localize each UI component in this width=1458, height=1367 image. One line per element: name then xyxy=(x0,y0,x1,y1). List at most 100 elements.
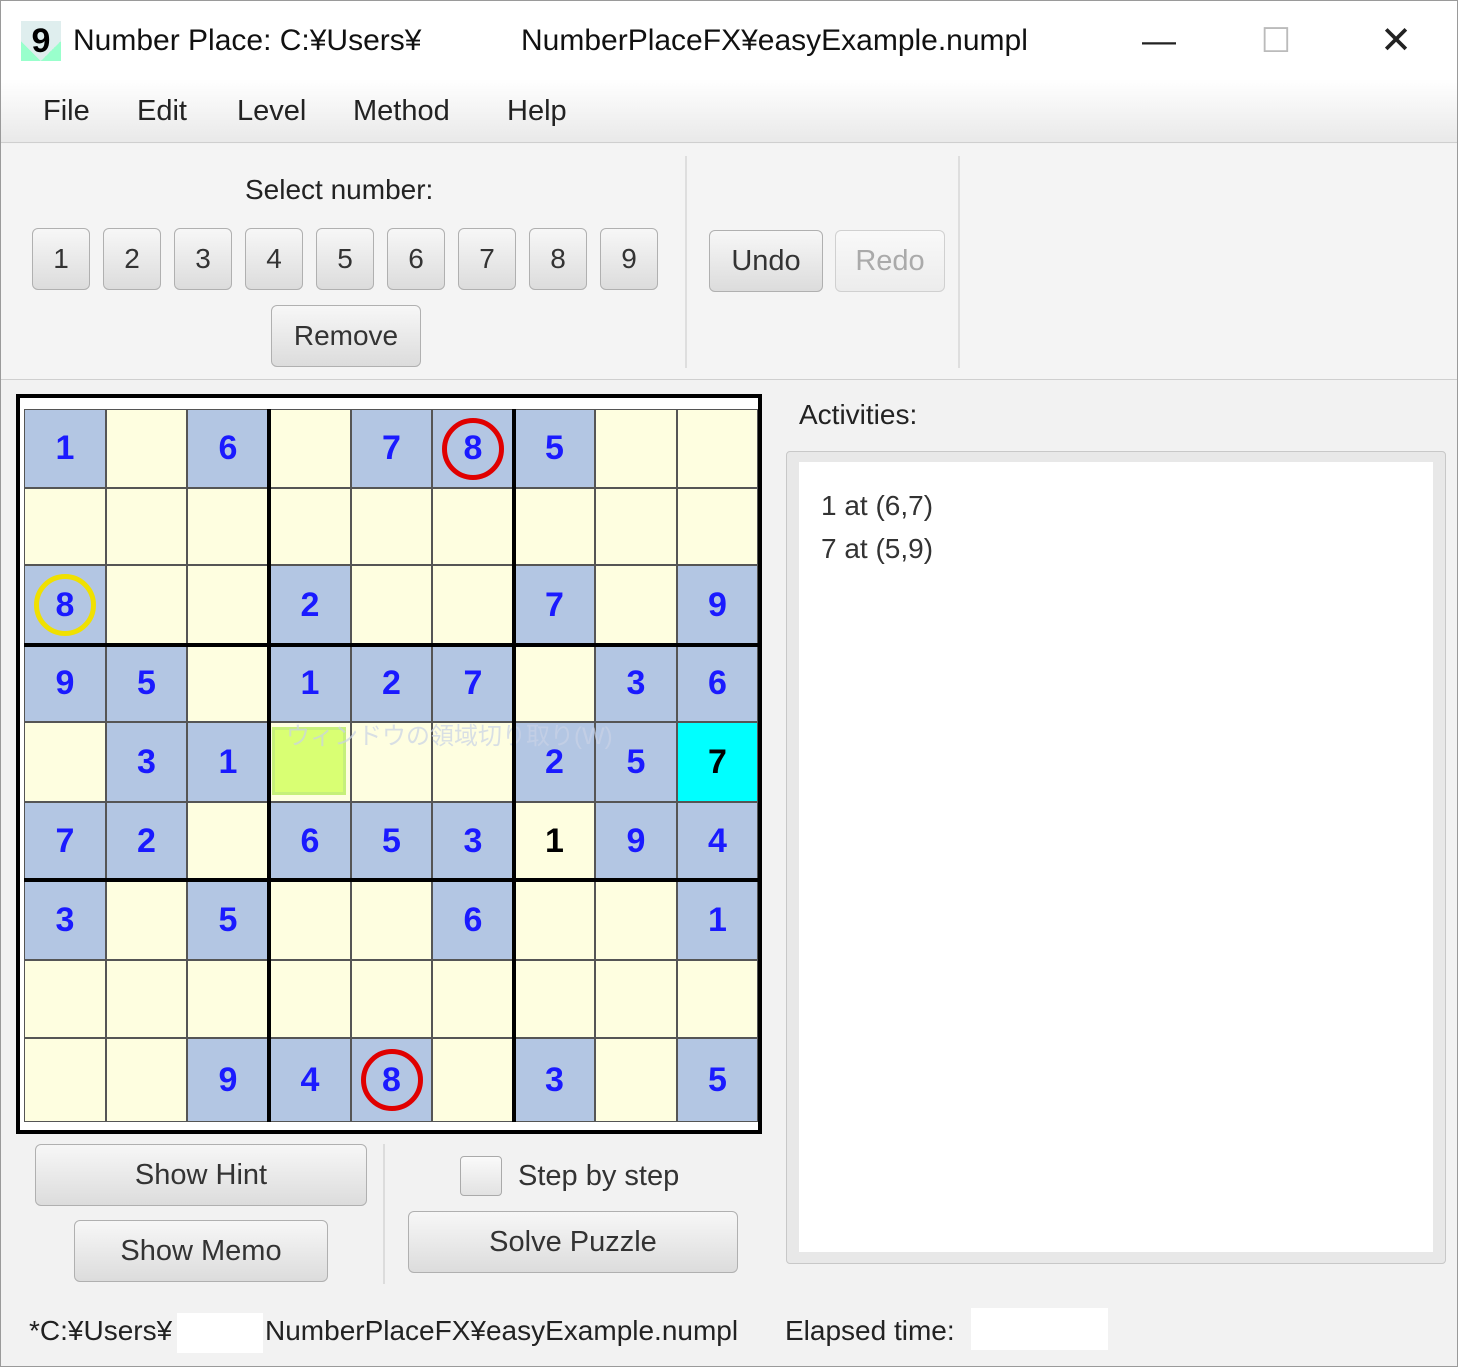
sudoku-cell-r8-c7[interactable] xyxy=(514,960,595,1038)
menu-help[interactable]: Help xyxy=(507,93,567,129)
sudoku-cell-r4-c8[interactable]: 3 xyxy=(595,645,677,722)
sudoku-cell-r2-c8[interactable] xyxy=(595,488,677,565)
activity-item[interactable]: 7 at (5,9) xyxy=(821,529,933,569)
sudoku-cell-r9-c7[interactable]: 3 xyxy=(514,1038,595,1122)
sudoku-cell-r6-c4[interactable]: 6 xyxy=(269,802,351,880)
menu-level[interactable]: Level xyxy=(237,93,306,129)
sudoku-cell-r3-c5[interactable] xyxy=(351,565,432,645)
sudoku-cell-r3-c9[interactable]: 9 xyxy=(677,565,758,645)
number-button-5[interactable]: 5 xyxy=(316,228,374,290)
sudoku-cell-r1-c2[interactable] xyxy=(106,409,187,488)
show-memo-button[interactable]: Show Memo xyxy=(74,1220,328,1282)
menu-edit[interactable]: Edit xyxy=(137,93,187,129)
sudoku-cell-r7-c1[interactable]: 3 xyxy=(24,880,106,960)
sudoku-cell-r9-c2[interactable] xyxy=(106,1038,187,1122)
sudoku-cell-r8-c2[interactable] xyxy=(106,960,187,1038)
sudoku-cell-r4-c1[interactable]: 9 xyxy=(24,645,106,722)
activity-item[interactable]: 1 at (6,7) xyxy=(821,486,933,526)
sudoku-cell-r9-c6[interactable] xyxy=(432,1038,514,1122)
sudoku-cell-r3-c4[interactable]: 2 xyxy=(269,565,351,645)
number-button-7[interactable]: 7 xyxy=(458,228,516,290)
sudoku-cell-r2-c6[interactable] xyxy=(432,488,514,565)
number-button-8[interactable]: 8 xyxy=(529,228,587,290)
sudoku-cell-r9-c3[interactable]: 9 xyxy=(187,1038,269,1122)
sudoku-cell-r6-c6[interactable]: 3 xyxy=(432,802,514,880)
sudoku-cell-r4-c3[interactable] xyxy=(187,645,269,722)
sudoku-cell-r7-c3[interactable]: 5 xyxy=(187,880,269,960)
sudoku-cell-r1-c9[interactable] xyxy=(677,409,758,488)
number-button-3[interactable]: 3 xyxy=(174,228,232,290)
sudoku-cell-r6-c1[interactable]: 7 xyxy=(24,802,106,880)
sudoku-cell-r2-c5[interactable] xyxy=(351,488,432,565)
sudoku-cell-r2-c4[interactable] xyxy=(269,488,351,565)
sudoku-cell-r4-c5[interactable]: 2 xyxy=(351,645,432,722)
sudoku-cell-r7-c9[interactable]: 1 xyxy=(677,880,758,960)
sudoku-cell-r2-c7[interactable] xyxy=(514,488,595,565)
sudoku-cell-r9-c1[interactable] xyxy=(24,1038,106,1122)
sudoku-cell-r3-c7[interactable]: 7 xyxy=(514,565,595,645)
number-button-2[interactable]: 2 xyxy=(103,228,161,290)
sudoku-cell-r2-c2[interactable] xyxy=(106,488,187,565)
sudoku-cell-r8-c1[interactable] xyxy=(24,960,106,1038)
sudoku-cell-r7-c2[interactable] xyxy=(106,880,187,960)
title-bar[interactable]: 9 Number Place: C:¥Users¥ NumberPlaceFX¥… xyxy=(1,1,1457,79)
sudoku-cell-r3-c3[interactable] xyxy=(187,565,269,645)
sudoku-cell-r5-c1[interactable] xyxy=(24,722,106,802)
sudoku-cell-r6-c8[interactable]: 9 xyxy=(595,802,677,880)
minimize-button[interactable]: — xyxy=(1129,13,1189,69)
redo-button[interactable]: Redo xyxy=(835,230,945,292)
sudoku-cell-r4-c6[interactable]: 7 xyxy=(432,645,514,722)
sudoku-cell-r8-c6[interactable] xyxy=(432,960,514,1038)
solve-puzzle-button[interactable]: Solve Puzzle xyxy=(408,1211,738,1273)
sudoku-cell-r1-c7[interactable]: 5 xyxy=(514,409,595,488)
show-hint-button[interactable]: Show Hint xyxy=(35,1144,367,1206)
sudoku-cell-r7-c5[interactable] xyxy=(351,880,432,960)
sudoku-cell-r1-c5[interactable]: 7 xyxy=(351,409,432,488)
remove-button[interactable]: Remove xyxy=(271,305,421,367)
sudoku-cell-r6-c9[interactable]: 4 xyxy=(677,802,758,880)
sudoku-cell-r2-c9[interactable] xyxy=(677,488,758,565)
sudoku-cell-r1-c3[interactable]: 6 xyxy=(187,409,269,488)
sudoku-cell-r4-c9[interactable]: 6 xyxy=(677,645,758,722)
activities-list[interactable]: 1 at (6,7) 7 at (5,9) xyxy=(799,462,1433,1252)
sudoku-cell-r9-c4[interactable]: 4 xyxy=(269,1038,351,1122)
sudoku-cell-r5-c3[interactable]: 1 xyxy=(187,722,269,802)
step-by-step-label[interactable]: Step by step xyxy=(518,1156,679,1196)
sudoku-cell-r7-c4[interactable] xyxy=(269,880,351,960)
number-button-9[interactable]: 9 xyxy=(600,228,658,290)
sudoku-cell-r9-c9[interactable]: 5 xyxy=(677,1038,758,1122)
sudoku-cell-r6-c2[interactable]: 2 xyxy=(106,802,187,880)
sudoku-cell-r7-c8[interactable] xyxy=(595,880,677,960)
menu-method[interactable]: Method xyxy=(353,93,450,129)
sudoku-cell-r4-c7[interactable] xyxy=(514,645,595,722)
sudoku-cell-r6-c7[interactable]: 1 xyxy=(514,802,595,880)
sudoku-cell-r3-c8[interactable] xyxy=(595,565,677,645)
sudoku-cell-r6-c3[interactable] xyxy=(187,802,269,880)
sudoku-cell-r8-c3[interactable] xyxy=(187,960,269,1038)
sudoku-cell-r3-c2[interactable] xyxy=(106,565,187,645)
sudoku-cell-r2-c1[interactable] xyxy=(24,488,106,565)
sudoku-cell-r1-c1[interactable]: 1 xyxy=(24,409,106,488)
sudoku-cell-r1-c4[interactable] xyxy=(269,409,351,488)
menu-file[interactable]: File xyxy=(43,93,90,129)
step-by-step-checkbox[interactable] xyxy=(460,1156,502,1196)
sudoku-cell-r5-c2[interactable]: 3 xyxy=(106,722,187,802)
sudoku-cell-r8-c8[interactable] xyxy=(595,960,677,1038)
close-button[interactable]: ✕ xyxy=(1366,13,1426,69)
number-button-1[interactable]: 1 xyxy=(32,228,90,290)
sudoku-cell-r9-c8[interactable] xyxy=(595,1038,677,1122)
maximize-button[interactable]: ☐ xyxy=(1246,13,1306,69)
undo-button[interactable]: Undo xyxy=(709,230,823,292)
sudoku-cell-r5-c9[interactable]: 7 xyxy=(677,722,758,802)
sudoku-cell-r4-c2[interactable]: 5 xyxy=(106,645,187,722)
sudoku-cell-r3-c6[interactable] xyxy=(432,565,514,645)
sudoku-cell-r7-c7[interactable] xyxy=(514,880,595,960)
number-button-4[interactable]: 4 xyxy=(245,228,303,290)
sudoku-cell-r8-c5[interactable] xyxy=(351,960,432,1038)
sudoku-cell-r2-c3[interactable] xyxy=(187,488,269,565)
sudoku-cell-r1-c8[interactable] xyxy=(595,409,677,488)
sudoku-cell-r6-c5[interactable]: 5 xyxy=(351,802,432,880)
sudoku-cell-r8-c9[interactable] xyxy=(677,960,758,1038)
sudoku-cell-r4-c4[interactable]: 1 xyxy=(269,645,351,722)
sudoku-cell-r7-c6[interactable]: 6 xyxy=(432,880,514,960)
